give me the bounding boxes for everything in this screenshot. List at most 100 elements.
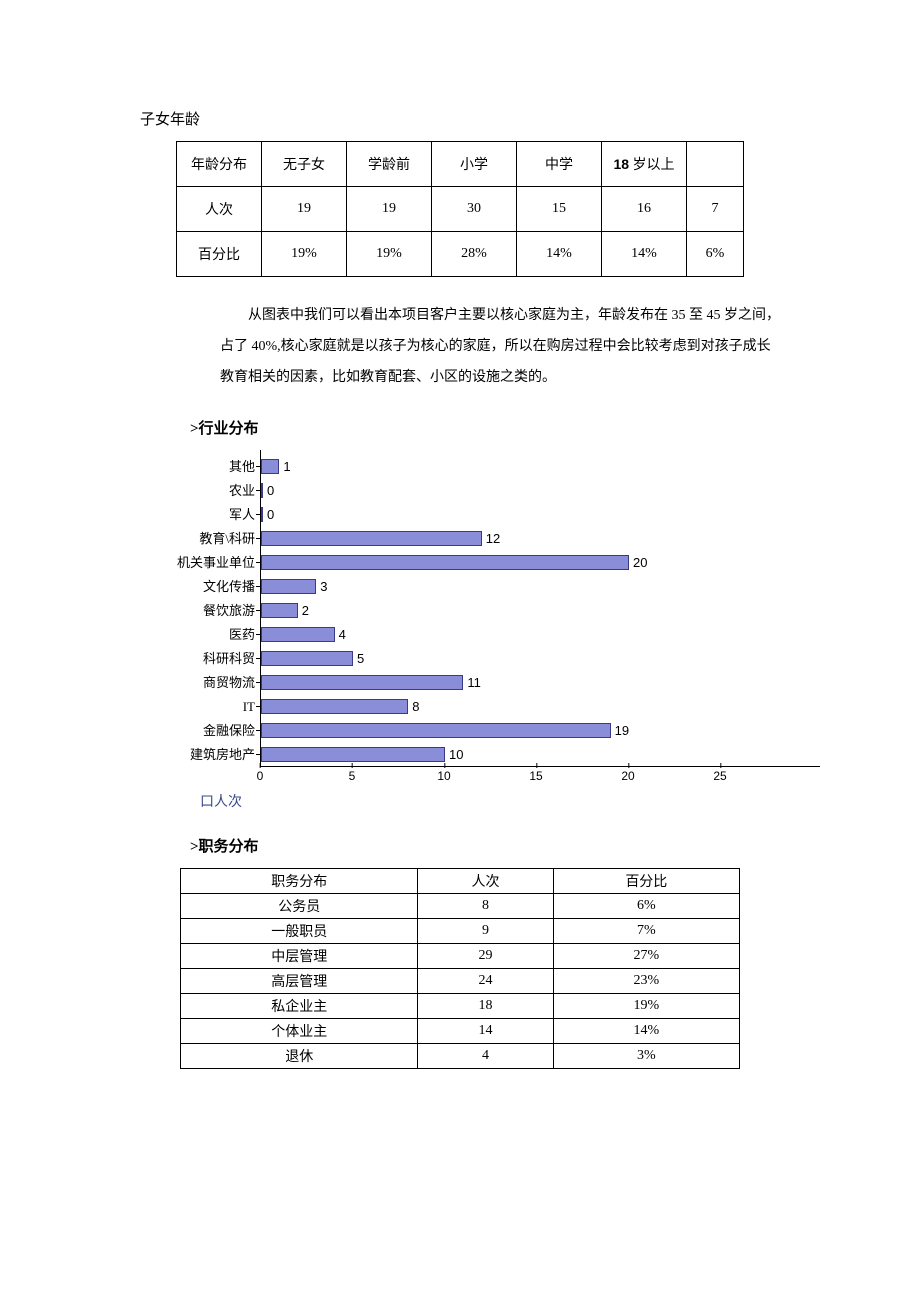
axis-tick: 10 (437, 769, 450, 783)
col-header: 中学 (517, 142, 602, 187)
bar-row: 农业0 (261, 478, 820, 502)
bar (261, 459, 279, 474)
table-row: 退休43% (181, 1044, 740, 1069)
cell: 高层管理 (181, 969, 418, 994)
table-row: 人次 19 19 30 15 16 7 (177, 187, 744, 232)
bar-category-label: IT (135, 700, 261, 713)
table-children-age: 年龄分布 无子女 学龄前 小学 中学 18 岁以上 人次 19 19 30 15… (176, 141, 744, 277)
bar-value-label: 19 (615, 723, 629, 738)
bar-value-label: 10 (449, 747, 463, 762)
cell: 29 (418, 944, 553, 969)
cell: 7% (553, 919, 739, 944)
bar-value-label: 12 (486, 531, 500, 546)
bar-row: 建筑房地产10 (261, 742, 820, 766)
bar-value-label: 0 (267, 507, 274, 522)
cell: 公务员 (181, 894, 418, 919)
bar-value-label: 11 (467, 675, 481, 690)
bar-value-label: 8 (412, 699, 419, 714)
bar-row: 科研科贸5 (261, 646, 820, 670)
cell: 4 (418, 1044, 553, 1069)
cell: 18 (418, 994, 553, 1019)
heading-children-age: 子女年龄 (140, 108, 780, 129)
axis-tick: 15 (529, 769, 542, 783)
bar-value-label: 4 (339, 627, 346, 642)
table-row: 高层管理2423% (181, 969, 740, 994)
table-row: 私企业主1819% (181, 994, 740, 1019)
bar (261, 627, 335, 642)
heading-industry: >行业分布 (190, 417, 780, 438)
cell: 28% (432, 232, 517, 277)
table-row: 年龄分布 无子女 学龄前 小学 中学 18 岁以上 (177, 142, 744, 187)
bar (261, 675, 463, 690)
table-row: 百分比 19% 19% 28% 14% 14% 6% (177, 232, 744, 277)
cell: 27% (553, 944, 739, 969)
bar-value-label: 3 (320, 579, 327, 594)
industry-bar-chart: 其他1农业0军人0教育\科研12机关事业单位20文化传播3餐饮旅游2医药4科研科… (260, 450, 820, 785)
col-header: 小学 (432, 142, 517, 187)
row-label: 百分比 (177, 232, 262, 277)
table-position: 职务分布 人次 百分比 公务员86%一般职员97%中层管理2927%高层管理24… (180, 868, 740, 1069)
bar-value-label: 5 (357, 651, 364, 666)
col-header: 18 岁以上 (602, 142, 687, 187)
col-header: 无子女 (262, 142, 347, 187)
bar-row: 军人0 (261, 502, 820, 526)
bar (261, 651, 353, 666)
row-label: 人次 (177, 187, 262, 232)
cell: 个体业主 (181, 1019, 418, 1044)
table-row: 中层管理2927% (181, 944, 740, 969)
bar (261, 603, 298, 618)
cell: 23% (553, 969, 739, 994)
axis-tick: 0 (257, 769, 264, 783)
cell: 8 (418, 894, 553, 919)
cell: 19% (262, 232, 347, 277)
bar-value-label: 2 (302, 603, 309, 618)
cell: 19% (347, 232, 432, 277)
bar (261, 555, 629, 570)
cell: 14% (517, 232, 602, 277)
bar-value-label: 20 (633, 555, 647, 570)
bar-category-label: 餐饮旅游 (135, 604, 261, 617)
bar-row: 餐饮旅游2 (261, 598, 820, 622)
bar-row: 其他1 (261, 454, 820, 478)
cell: 6% (687, 232, 744, 277)
analysis-paragraph: 从图表中我们可以看出本项目客户主要以核心家庭为主，年龄发布在 35 至 45 岁… (220, 301, 780, 393)
bar-row: IT8 (261, 694, 820, 718)
bar-category-label: 农业 (135, 484, 261, 497)
bar-category-label: 其他 (135, 460, 261, 473)
cell: 16 (602, 187, 687, 232)
bar-row: 文化传播3 (261, 574, 820, 598)
bar-category-label: 建筑房地产 (135, 748, 261, 761)
bar (261, 699, 408, 714)
bar-category-label: 机关事业单位 (135, 556, 261, 569)
cell: 私企业主 (181, 994, 418, 1019)
cell: 14% (602, 232, 687, 277)
bar-row: 教育\科研12 (261, 526, 820, 550)
cell: 14% (553, 1019, 739, 1044)
cell: 19% (553, 994, 739, 1019)
col-header: 职务分布 (181, 869, 418, 894)
bar-category-label: 医药 (135, 628, 261, 641)
col-header: 人次 (418, 869, 553, 894)
col-header: 百分比 (553, 869, 739, 894)
bar (261, 747, 445, 762)
col-header: 学龄前 (347, 142, 432, 187)
bar-category-label: 金融保险 (135, 724, 261, 737)
cell: 退休 (181, 1044, 418, 1069)
cell: 中层管理 (181, 944, 418, 969)
bar (261, 723, 611, 738)
bar (261, 531, 482, 546)
cell: 15 (517, 187, 602, 232)
cell: 9 (418, 919, 553, 944)
axis-tick: 20 (621, 769, 634, 783)
table-row: 一般职员97% (181, 919, 740, 944)
cell: 一般职员 (181, 919, 418, 944)
bar-category-label: 教育\科研 (135, 532, 261, 545)
bar-row: 医药4 (261, 622, 820, 646)
col-header (687, 142, 744, 187)
cell: 6% (553, 894, 739, 919)
bar-row: 机关事业单位20 (261, 550, 820, 574)
bar-category-label: 文化传播 (135, 580, 261, 593)
bar (261, 507, 263, 522)
bar (261, 483, 263, 498)
cell: 19 (262, 187, 347, 232)
